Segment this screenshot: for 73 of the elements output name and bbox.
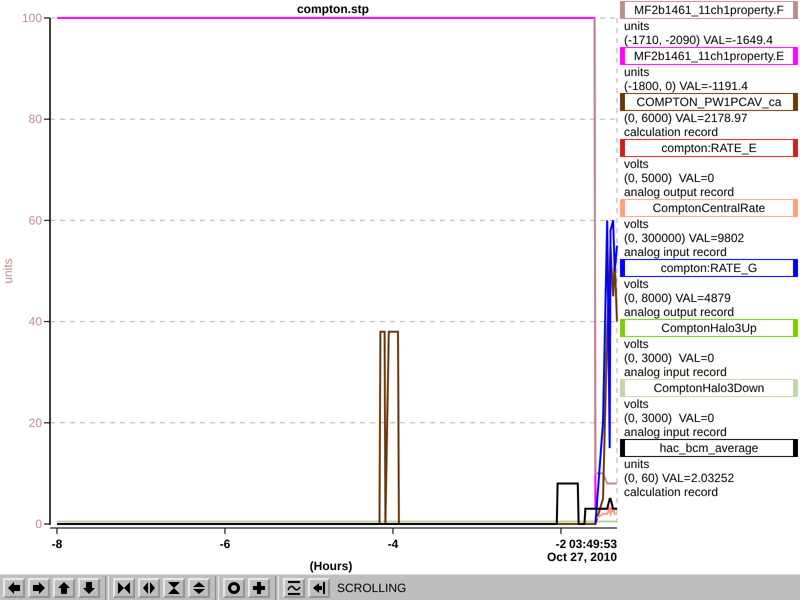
trace-info-text: calculation record [623, 125, 720, 139]
down-arrow-button[interactable] [78, 578, 100, 598]
trace-info-text: calculation record [623, 485, 720, 499]
trace-info-text: analog output record [623, 305, 736, 319]
trace-info-text: (-1710, -2090) VAL=-1649.4 [623, 33, 774, 47]
x-tick-label: -4 [388, 537, 398, 551]
trace-name-label: MF2b1461_11ch1property.F [620, 1, 798, 19]
x-axis-label: (Hours) [310, 559, 352, 573]
chart-title: compton.stp [297, 2, 369, 16]
trace-info-text: units [623, 457, 650, 471]
trace-info-text: (0, 60) VAL=2.03252 [623, 471, 736, 485]
circle-button[interactable] [223, 578, 245, 598]
trace-info-text: volts [623, 337, 650, 351]
end-time-label: 03:49:53 [568, 537, 617, 551]
trace-info-text: volts [623, 157, 650, 171]
trace-name-label: ComptonHalo3Up [620, 319, 798, 337]
trace-name-label: hac_bcm_average [620, 439, 798, 457]
y-tick-label: 20 [28, 416, 42, 430]
right-arrow-button[interactable] [28, 578, 50, 598]
trace-info-text: analog input record [623, 245, 728, 259]
y-tick-label: 80 [28, 112, 42, 126]
expand-horizontal-button[interactable] [138, 578, 160, 598]
trace-info-text: volts [623, 397, 650, 411]
trace-info-text: units [623, 19, 650, 33]
y-tick-label: 60 [28, 213, 42, 228]
arrow-to-bar-button[interactable] [308, 578, 330, 598]
trace-name-label: compton:RATE_E [620, 139, 798, 157]
trace-info-text: (0, 6000) VAL=2178.97 [623, 111, 749, 125]
trace-info-text: analog input record [623, 425, 728, 439]
compress-horizontal-icon [117, 580, 131, 594]
x-tick-label: -2 [556, 537, 566, 551]
trace-info-text: analog input record [623, 365, 728, 379]
wave-icon [287, 580, 301, 594]
trace-name-label: MF2b1461_11ch1property.E [620, 47, 798, 65]
trace-name-label: ComptonHalo3Down [620, 379, 798, 397]
trace-info-text: volts [623, 277, 650, 291]
compress-vertical-button[interactable] [163, 578, 185, 598]
y-tick-label: 40 [28, 314, 42, 329]
right-arrow-icon [32, 580, 46, 594]
compress-horizontal-button[interactable] [113, 578, 135, 598]
trace-info-text: (0, 300000) VAL=9802 [623, 231, 746, 245]
trace-info-text: (-1800, 0) VAL=-1191.4 [623, 79, 749, 93]
mode-label: SCROLLING [337, 580, 406, 594]
up-arrow-button[interactable] [53, 578, 75, 598]
circle-icon [227, 580, 241, 594]
x-tick-label: -8 [52, 537, 62, 551]
y-tick-label: 100 [22, 11, 42, 25]
plus-icon [252, 580, 266, 594]
trace-info-text: volts [623, 217, 650, 231]
wave-button[interactable] [283, 578, 305, 598]
trace-info-text: (0, 8000) VAL=4879 [623, 291, 732, 305]
trace-name-label: compton:RATE_G [620, 259, 798, 277]
expand-vertical-icon [192, 580, 206, 594]
expand-vertical-button[interactable] [188, 578, 210, 598]
down-arrow-icon [82, 580, 96, 594]
trace-name-label: COMPTON_PW1PCAV_ca [620, 93, 798, 111]
compress-vertical-icon [167, 580, 181, 594]
arrow-to-bar-icon [312, 580, 326, 594]
up-arrow-icon [57, 580, 71, 594]
trace-info-text: (0, 5000) VAL=0 [623, 171, 716, 185]
left-arrow-button[interactable] [3, 578, 25, 598]
x-tick-label: -6 [220, 537, 230, 551]
trace-info-text: (0, 3000) VAL=0 [623, 411, 716, 425]
expand-horizontal-icon [142, 580, 156, 594]
trace-info-text: (0, 3000) VAL=0 [623, 351, 716, 365]
plus-button[interactable] [248, 578, 270, 598]
trace-info-text: units [623, 65, 650, 79]
end-date-label: Oct 27, 2010 [546, 550, 617, 564]
trace-name-label: ComptonCentralRate [620, 199, 798, 217]
trace-info-text: analog output record [623, 185, 736, 199]
y-axis-label: units [1, 258, 15, 284]
left-arrow-icon [7, 580, 21, 594]
y-tick-label: 0 [35, 517, 42, 531]
